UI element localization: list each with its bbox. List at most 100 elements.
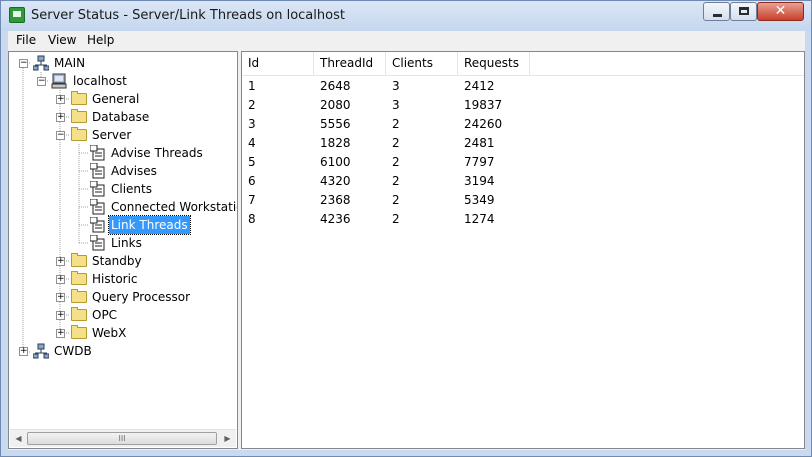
tree-label-link-threads: Link Threads bbox=[108, 215, 191, 235]
status-page-icon bbox=[90, 199, 105, 215]
close-button[interactable]: ✕ bbox=[757, 2, 804, 21]
tree-node-advises[interactable]: Advises bbox=[9, 162, 237, 180]
tree-label-standby: Standby bbox=[92, 254, 142, 268]
tree-node-historic[interactable]: + Historic bbox=[9, 270, 237, 288]
cell-requests: 19837 bbox=[464, 98, 503, 112]
tree-node-connected-workstations[interactable]: Connected Workstatio bbox=[9, 198, 237, 216]
tree-node-advise-threads[interactable]: Advise Threads bbox=[9, 144, 237, 162]
cell-threadid: 5556 bbox=[320, 117, 351, 131]
table-row[interactable]: 3 5556 2 24260 bbox=[242, 115, 804, 134]
expand-icon[interactable]: + bbox=[56, 113, 65, 122]
expand-icon[interactable]: + bbox=[56, 95, 65, 104]
tree-node-localhost[interactable]: − localhost bbox=[9, 72, 237, 90]
cell-threadid: 2368 bbox=[320, 193, 351, 207]
expand-icon[interactable]: + bbox=[19, 347, 28, 356]
table-row[interactable]: 5 6100 2 7797 bbox=[242, 153, 804, 172]
collapse-icon[interactable]: − bbox=[19, 59, 28, 68]
network-icon bbox=[33, 55, 49, 71]
expand-icon[interactable]: + bbox=[56, 257, 65, 266]
minimize-icon bbox=[713, 14, 722, 17]
cell-threadid: 6100 bbox=[320, 155, 351, 169]
cell-threadid: 4236 bbox=[320, 212, 351, 226]
menu-help[interactable]: Help bbox=[87, 33, 114, 47]
collapse-icon[interactable]: − bbox=[37, 77, 46, 86]
list-header: Id ThreadId Clients Requests bbox=[242, 52, 804, 76]
title-bar[interactable]: Server Status - Server/Link Threads on l… bbox=[1, 1, 811, 31]
expand-icon[interactable]: + bbox=[56, 293, 65, 302]
tree-label-localhost: localhost bbox=[73, 74, 127, 88]
expand-icon[interactable]: + bbox=[56, 275, 65, 284]
expand-icon[interactable]: + bbox=[56, 329, 65, 338]
status-page-icon bbox=[90, 217, 105, 233]
table-row[interactable]: 1 2648 3 2412 bbox=[242, 77, 804, 96]
cell-id: 3 bbox=[248, 117, 256, 131]
expand-icon[interactable]: + bbox=[56, 311, 65, 320]
cell-clients: 2 bbox=[392, 193, 400, 207]
tree-label-server: Server bbox=[92, 128, 132, 142]
tree-label-historic: Historic bbox=[92, 272, 138, 286]
cell-id: 4 bbox=[248, 136, 256, 150]
tree-node-database[interactable]: + Database bbox=[9, 108, 237, 126]
tree-horizontal-scrollbar[interactable]: ◀ III ▶ bbox=[10, 429, 236, 447]
cell-requests: 2481 bbox=[464, 136, 495, 150]
column-header-id[interactable]: Id bbox=[242, 52, 314, 75]
cell-clients: 2 bbox=[392, 155, 400, 169]
cell-id: 7 bbox=[248, 193, 256, 207]
folder-icon bbox=[71, 325, 87, 339]
folder-icon bbox=[71, 109, 87, 123]
server-tree[interactable]: − MAIN − localhost + General + Database … bbox=[8, 51, 238, 449]
tree-node-links[interactable]: Links bbox=[9, 234, 237, 252]
cell-id: 5 bbox=[248, 155, 256, 169]
scroll-left-icon[interactable]: ◀ bbox=[10, 430, 27, 447]
maximize-icon bbox=[739, 7, 749, 15]
table-row[interactable]: 6 4320 2 3194 bbox=[242, 172, 804, 191]
tree-label-links: Links bbox=[111, 236, 142, 250]
tree-label-database: Database bbox=[92, 110, 150, 124]
tree-node-link-threads[interactable]: Link Threads bbox=[9, 215, 237, 235]
tree-node-query-processor[interactable]: + Query Processor bbox=[9, 288, 237, 306]
tree-label-query-processor: Query Processor bbox=[92, 290, 191, 304]
scroll-right-icon[interactable]: ▶ bbox=[219, 430, 236, 447]
tree-label-opc: OPC bbox=[92, 308, 118, 322]
table-row[interactable]: 8 4236 2 1274 bbox=[242, 210, 804, 229]
table-row[interactable]: 4 1828 2 2481 bbox=[242, 134, 804, 153]
cell-requests: 2412 bbox=[464, 79, 495, 93]
cell-id: 8 bbox=[248, 212, 256, 226]
tree-label-cwdb: CWDB bbox=[54, 344, 92, 358]
status-page-icon bbox=[90, 181, 105, 197]
computer-icon bbox=[51, 73, 67, 89]
column-header-clients[interactable]: Clients bbox=[386, 52, 458, 75]
cell-id: 2 bbox=[248, 98, 256, 112]
cell-clients: 2 bbox=[392, 174, 400, 188]
folder-icon bbox=[71, 271, 87, 285]
folder-icon bbox=[71, 307, 87, 321]
tree-node-opc[interactable]: + OPC bbox=[9, 306, 237, 324]
cell-requests: 7797 bbox=[464, 155, 495, 169]
network-icon bbox=[33, 343, 49, 359]
cell-clients: 3 bbox=[392, 98, 400, 112]
cell-id: 6 bbox=[248, 174, 256, 188]
tree-node-clients[interactable]: Clients bbox=[9, 180, 237, 198]
tree-label-clients: Clients bbox=[111, 182, 152, 196]
cell-clients: 3 bbox=[392, 79, 400, 93]
tree-node-general[interactable]: + General bbox=[9, 90, 237, 108]
close-icon: ✕ bbox=[774, 3, 787, 19]
menu-file[interactable]: File bbox=[16, 33, 36, 47]
table-row[interactable]: 7 2368 2 5349 bbox=[242, 191, 804, 210]
link-threads-list[interactable]: Id ThreadId Clients Requests 1 2648 3 24… bbox=[241, 51, 805, 449]
tree-node-server[interactable]: − Server bbox=[9, 126, 237, 144]
tree-label-connected-workstations: Connected Workstatio bbox=[111, 200, 238, 214]
column-header-requests[interactable]: Requests bbox=[458, 52, 530, 75]
window-title: Server Status - Server/Link Threads on l… bbox=[31, 8, 345, 23]
scroll-thumb[interactable]: III bbox=[27, 432, 217, 445]
table-row[interactable]: 2 2080 3 19837 bbox=[242, 96, 804, 115]
collapse-icon[interactable]: − bbox=[56, 131, 65, 140]
tree-node-main[interactable]: − MAIN bbox=[9, 54, 237, 72]
menu-view[interactable]: View bbox=[48, 33, 76, 47]
tree-node-cwdb[interactable]: + CWDB bbox=[9, 342, 237, 360]
minimize-button[interactable] bbox=[703, 2, 730, 21]
tree-node-webx[interactable]: + WebX bbox=[9, 324, 237, 342]
tree-node-standby[interactable]: + Standby bbox=[9, 252, 237, 270]
column-header-threadid[interactable]: ThreadId bbox=[314, 52, 386, 75]
maximize-button[interactable] bbox=[730, 2, 757, 21]
